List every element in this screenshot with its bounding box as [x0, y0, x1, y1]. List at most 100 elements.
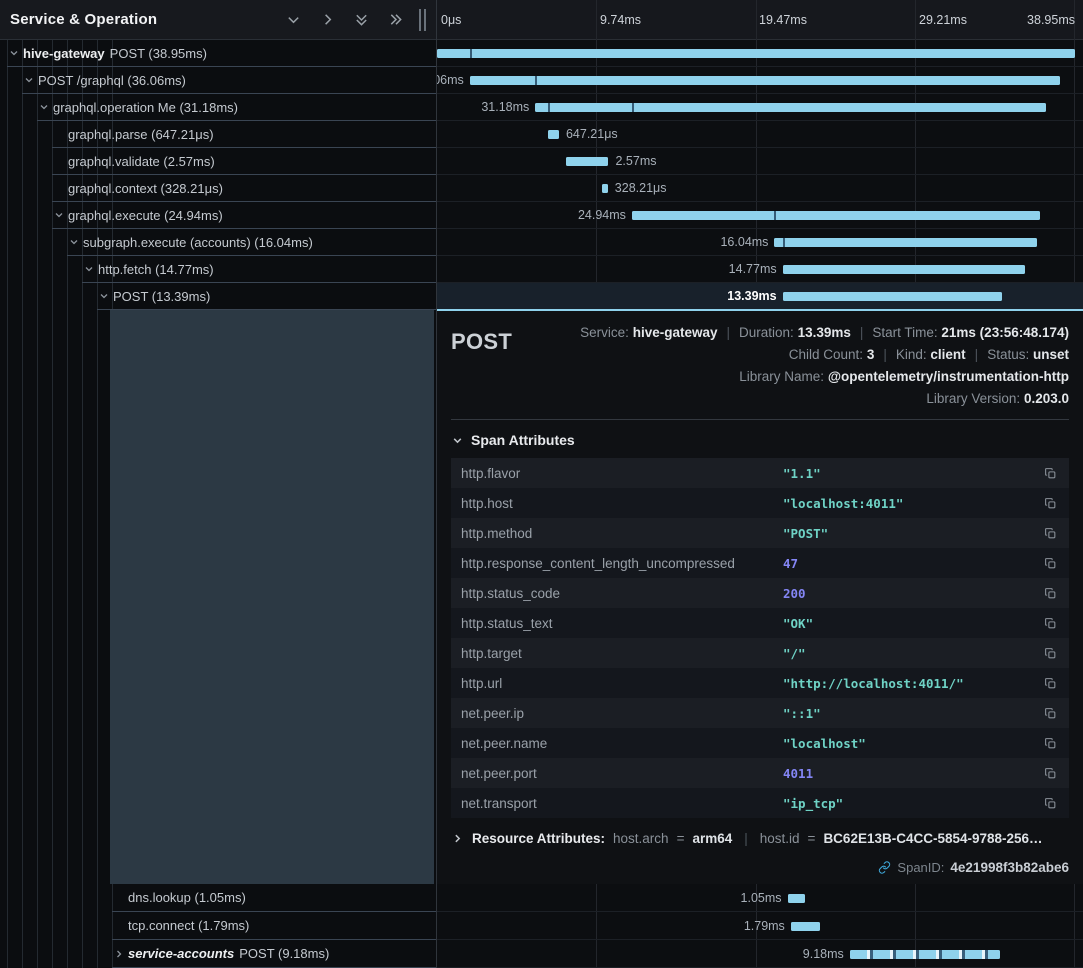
span-detail-title: POST — [451, 329, 512, 355]
chevron-down-icon[interactable] — [97, 291, 110, 301]
waterfall-row[interactable]: 2.57ms — [437, 148, 1083, 175]
span-row-graphql-context[interactable]: graphql.context (328.21μs) — [0, 175, 436, 202]
waterfall-row[interactable]: 36.06ms — [437, 67, 1083, 94]
waterfall-row[interactable]: 24.94ms — [437, 202, 1083, 229]
attribute-value: "localhost" — [783, 736, 1042, 751]
attribute-key: net.peer.name — [461, 736, 783, 751]
waterfall-row-selected[interactable]: 13.39ms — [437, 283, 1083, 310]
copy-icon[interactable] — [1042, 795, 1059, 812]
tree-header-title: Service & Operation — [10, 11, 157, 28]
attribute-key: net.peer.ip — [461, 706, 783, 721]
attribute-key: http.status_text — [461, 616, 783, 631]
copy-icon[interactable] — [1042, 675, 1059, 692]
resource-attributes-row[interactable]: Resource Attributes: host.arch = arm64 |… — [451, 831, 1069, 846]
span-duration-label: 36.06ms — [437, 67, 464, 94]
timeline-tick: 29.21ms — [919, 0, 967, 40]
chevron-down-icon[interactable] — [7, 48, 20, 58]
span-row-dns-lookup[interactable]: dns.lookup (1.05ms) — [0, 884, 436, 912]
attribute-value: 4011 — [783, 766, 1042, 781]
span-duration-label: 13.39ms — [727, 283, 776, 310]
attribute-row: net.peer.name "localhost" — [451, 728, 1069, 758]
copy-icon[interactable] — [1042, 495, 1059, 512]
span-bar[interactable] — [535, 103, 1046, 112]
timeline-tick: 0μs — [441, 0, 461, 40]
timeline-panel: 0μs 9.74ms 19.47ms 29.21ms 38.95ms 36.06… — [436, 0, 1083, 968]
span-bar[interactable] — [470, 76, 1061, 85]
span-row-graphql-parse[interactable]: graphql.parse (647.21μs) — [0, 121, 436, 148]
span-bar[interactable] — [791, 922, 820, 931]
copy-icon[interactable] — [1042, 765, 1059, 782]
waterfall-row[interactable]: 31.18ms — [437, 94, 1083, 121]
waterfall-row[interactable]: 14.77ms — [437, 256, 1083, 283]
attribute-value: "/" — [783, 646, 1042, 661]
resource-key: host.id — [760, 831, 800, 846]
chevron-right-icon — [451, 833, 464, 844]
span-row-graphql-validate[interactable]: graphql.validate (2.57ms) — [0, 148, 436, 175]
link-icon[interactable] — [878, 861, 891, 874]
span-row-tcp-connect[interactable]: tcp.connect (1.79ms) — [0, 912, 436, 940]
span-bar[interactable] — [783, 292, 1002, 301]
waterfall-row[interactable] — [437, 40, 1083, 67]
span-attributes-header[interactable]: Span Attributes — [451, 432, 1069, 448]
span-row-graphql-execute[interactable]: graphql.execute (24.94ms) — [0, 202, 436, 229]
waterfall-row[interactable]: 328.21μs — [437, 175, 1083, 202]
attribute-row: net.peer.ip "::1" — [451, 698, 1069, 728]
waterfall-row[interactable]: 9.18ms — [437, 940, 1083, 968]
span-row-hive-gateway-post[interactable]: hive-gatewayPOST (38.95ms) — [0, 40, 436, 67]
waterfall-row[interactable]: 16.04ms — [437, 229, 1083, 256]
span-bar[interactable] — [774, 238, 1037, 247]
attribute-row: http.host "localhost:4011" — [451, 488, 1069, 518]
chevron-down-icon[interactable] — [67, 237, 80, 247]
trace-viewer: Service & Operation — [0, 0, 1083, 968]
span-row-service-accounts[interactable]: service-accountsPOST (9.18ms) — [0, 940, 436, 968]
chevron-down-icon[interactable] — [37, 102, 50, 112]
duration-value: 13.39ms — [798, 325, 851, 340]
span-bar[interactable] — [632, 211, 1041, 220]
waterfall-row[interactable]: 647.21μs — [437, 121, 1083, 148]
kind-value: client — [930, 347, 965, 362]
span-bar[interactable] — [437, 49, 1075, 58]
attribute-value: "http://localhost:4011/" — [783, 676, 1042, 691]
chevron-down-icon — [451, 435, 464, 446]
span-label: graphql.validate (2.57ms) — [68, 154, 215, 169]
span-row-subgraph-execute[interactable]: subgraph.execute (accounts) (16.04ms) — [0, 229, 436, 256]
span-row-http-fetch[interactable]: http.fetch (14.77ms) — [0, 256, 436, 283]
span-label: graphql.execute (24.94ms) — [68, 208, 223, 223]
chevron-down-icon[interactable] — [22, 75, 35, 85]
copy-icon[interactable] — [1042, 585, 1059, 602]
double-chevron-down-icon[interactable] — [354, 12, 369, 27]
waterfall-row[interactable]: 1.79ms — [437, 912, 1083, 940]
span-detail-panel: POST Service: hive-gateway|Duration: 13.… — [437, 309, 1083, 884]
divider — [451, 419, 1069, 420]
double-chevron-right-icon[interactable] — [388, 12, 403, 27]
copy-icon[interactable] — [1042, 615, 1059, 632]
panel-resize-handle[interactable] — [419, 8, 426, 32]
copy-icon[interactable] — [1042, 525, 1059, 542]
copy-icon[interactable] — [1042, 735, 1059, 752]
attribute-row: http.status_text "OK" — [451, 608, 1069, 638]
span-bar[interactable] — [566, 157, 608, 166]
chevron-right-icon[interactable] — [112, 949, 125, 959]
span-bar[interactable] — [602, 184, 607, 193]
chevron-down-icon[interactable] — [52, 210, 65, 220]
span-row-post-selected[interactable]: POST (13.39ms) — [0, 283, 436, 310]
span-label: POST (38.95ms) — [110, 46, 207, 61]
span-bar[interactable] — [788, 894, 805, 903]
span-duration-label: 1.79ms — [744, 912, 785, 940]
copy-icon[interactable] — [1042, 705, 1059, 722]
waterfall-row[interactable]: 1.05ms — [437, 884, 1083, 912]
span-bar[interactable] — [548, 130, 559, 139]
copy-icon[interactable] — [1042, 645, 1059, 662]
span-bar[interactable] — [850, 950, 1000, 959]
chevron-right-icon[interactable] — [320, 12, 335, 27]
span-row-post-graphql[interactable]: POST /graphql (36.06ms) — [0, 67, 436, 94]
span-row-graphql-operation[interactable]: graphql.operation Me (31.18ms) — [0, 94, 436, 121]
copy-icon[interactable] — [1042, 465, 1059, 482]
attribute-key: http.host — [461, 496, 783, 511]
span-id-value: 4e21998f3b82abe6 — [950, 860, 1069, 875]
attribute-value: "localhost:4011" — [783, 496, 1042, 511]
copy-icon[interactable] — [1042, 555, 1059, 572]
chevron-down-icon[interactable] — [82, 264, 95, 274]
chevron-down-icon[interactable] — [286, 12, 301, 27]
span-bar[interactable] — [783, 265, 1025, 274]
